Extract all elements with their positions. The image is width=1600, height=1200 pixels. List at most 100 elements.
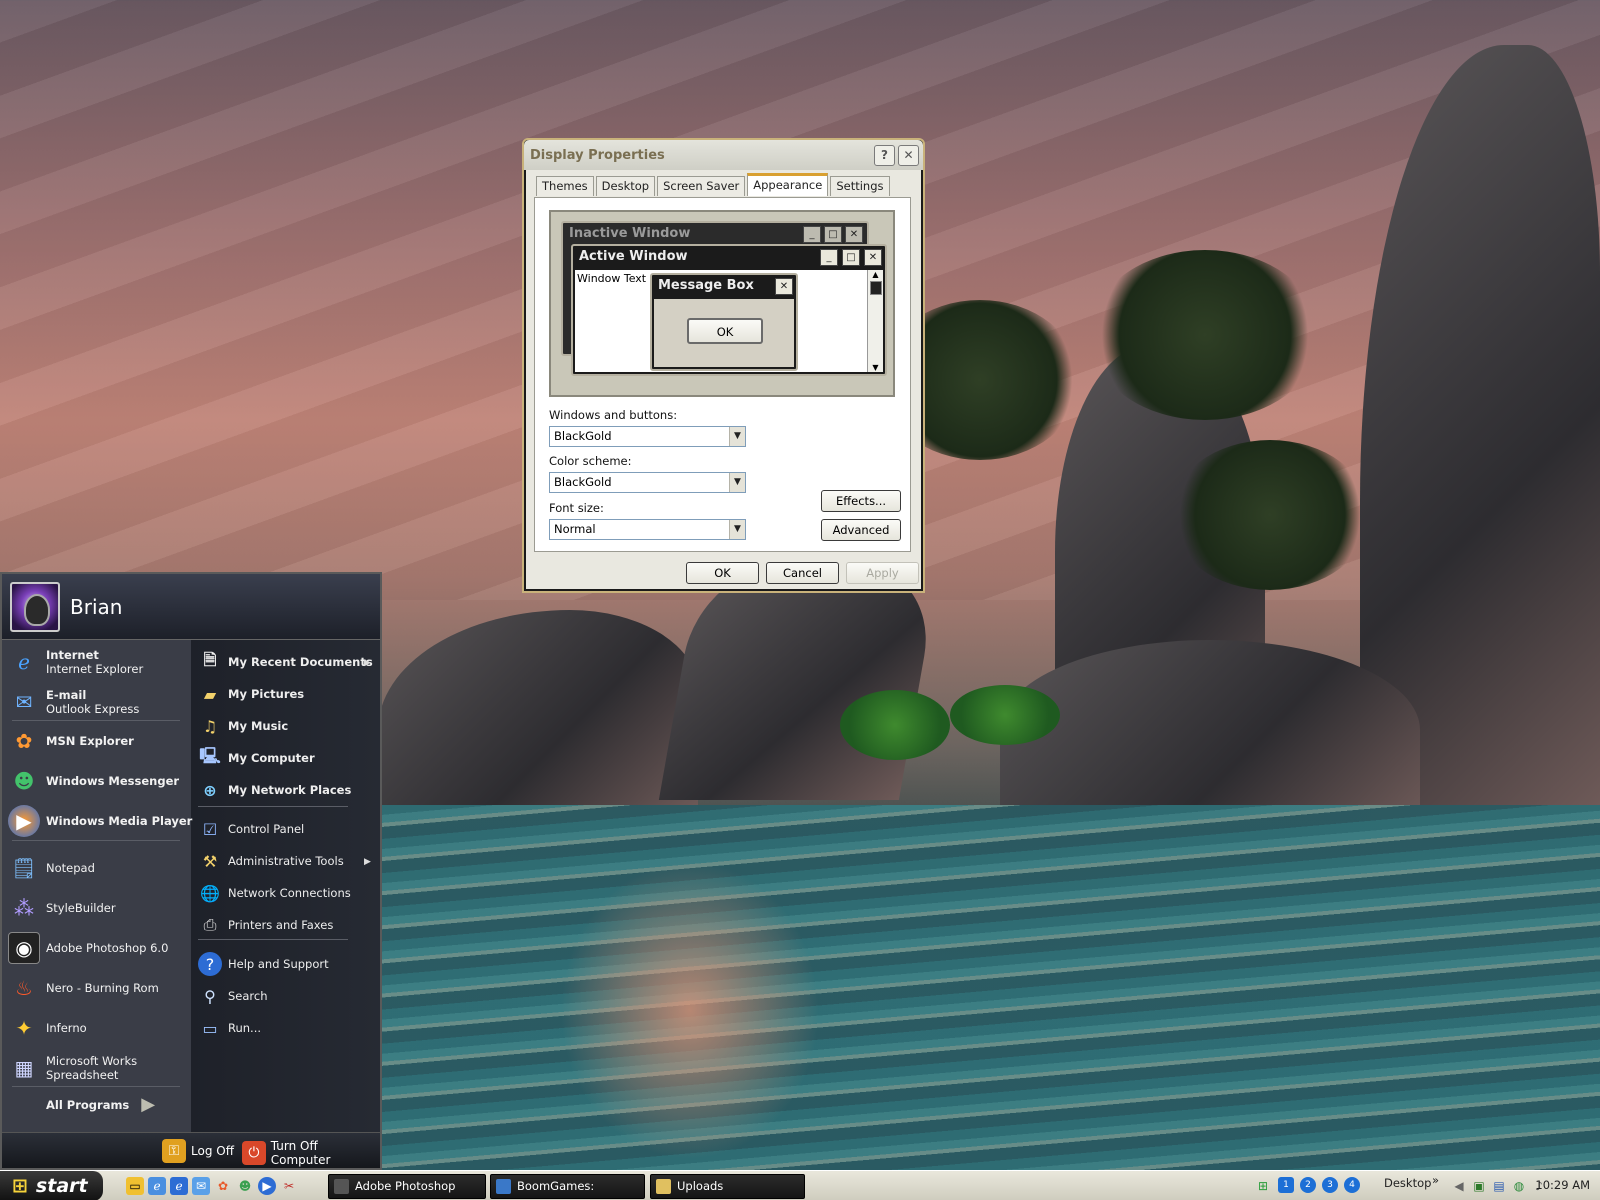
- scroll-thumb: [869, 281, 882, 295]
- place-search[interactable]: ⚲ Search: [198, 984, 268, 1008]
- program-inferno[interactable]: ✦ Inferno: [8, 1012, 87, 1044]
- program-windows-media-player[interactable]: ▶ Windows Media Player: [8, 805, 192, 837]
- task-boomgames[interactable]: BoomGames: Window...: [490, 1174, 645, 1199]
- tray-network-icon[interactable]: ◍: [1510, 1177, 1528, 1195]
- virtual-desktop-2[interactable]: 2: [1300, 1177, 1316, 1193]
- wallpaper-reflection: [560, 860, 820, 1160]
- apply-button[interactable]: Apply: [846, 562, 919, 584]
- place-my-music[interactable]: ♫ My Music: [198, 714, 288, 738]
- program-label: StyleBuilder: [46, 901, 116, 915]
- help-button[interactable]: ?: [874, 144, 895, 166]
- chevron-icon[interactable]: »: [1432, 1173, 1439, 1187]
- program-label-line2: Spreadsheet: [46, 1068, 119, 1082]
- appearance-preview: Inactive Window _ □ ✕ Active Window _ □ …: [549, 210, 895, 397]
- tray-back-icon[interactable]: ◀: [1450, 1177, 1468, 1195]
- place-my-network-places[interactable]: ⊕ My Network Places: [198, 778, 351, 802]
- virtual-desktop-1[interactable]: 1: [1278, 1177, 1294, 1193]
- program-works-spreadsheet[interactable]: ▦ Microsoft Works Spreadsheet: [8, 1052, 138, 1084]
- task-label: Adobe Photoshop: [355, 1179, 456, 1193]
- program-label: Notepad: [46, 861, 95, 875]
- tab-appearance[interactable]: Appearance: [747, 173, 829, 196]
- photoshop-icon: [334, 1179, 349, 1194]
- place-administrative-tools[interactable]: ⚒ Administrative Tools: [198, 849, 344, 873]
- program-stylebuilder[interactable]: ⁂ StyleBuilder: [8, 892, 116, 924]
- clock[interactable]: 10:29 AM: [1535, 1178, 1590, 1192]
- divider: [12, 720, 180, 721]
- msn-explorer-icon: ✿: [15, 729, 33, 753]
- quicklaunch-tool-icon[interactable]: ✂: [280, 1177, 298, 1195]
- place-label: My Recent Documents: [228, 655, 373, 669]
- tray-app-icon[interactable]: ⊞: [1254, 1177, 1272, 1195]
- quicklaunch-email-icon[interactable]: ✉: [192, 1177, 210, 1195]
- tab-desktop[interactable]: Desktop: [595, 176, 656, 196]
- tab-screen-saver[interactable]: Screen Saver: [657, 176, 746, 196]
- chevron-down-icon: ▼: [729, 520, 745, 539]
- network-places-icon: ⊕: [203, 780, 217, 800]
- cancel-button[interactable]: Cancel: [766, 562, 839, 584]
- program-nero[interactable]: ♨ Nero - Burning Rom: [8, 972, 159, 1004]
- place-run[interactable]: ▭ Run...: [198, 1016, 261, 1040]
- program-label: Windows Messenger: [46, 774, 180, 788]
- virtual-desktop-3[interactable]: 3: [1322, 1177, 1338, 1193]
- quicklaunch-folder-icon[interactable]: ▭: [126, 1177, 144, 1195]
- ok-button[interactable]: OK: [686, 562, 759, 584]
- start-menu-header: Brian: [2, 574, 380, 640]
- quicklaunch-mediaplayer-icon[interactable]: ▶: [258, 1177, 276, 1195]
- effects-button[interactable]: Effects...: [821, 490, 901, 512]
- help-icon: ?: [198, 952, 222, 976]
- place-help-and-support[interactable]: ? Help and Support: [198, 952, 329, 976]
- pinned-title: Internet: [46, 648, 99, 662]
- message-box-body: OK: [654, 299, 794, 367]
- place-label: Search: [228, 989, 268, 1003]
- virtual-desktop-4[interactable]: 4: [1344, 1177, 1360, 1193]
- windows-and-buttons-select[interactable]: BlackGold ▼: [549, 426, 746, 447]
- task-adobe-photoshop[interactable]: Adobe Photoshop: [328, 1174, 486, 1199]
- quicklaunch-browser-icon[interactable]: ℯ: [148, 1177, 166, 1195]
- printer-icon: ⎙: [203, 915, 217, 934]
- submenu-arrow-icon: ▶: [364, 658, 371, 668]
- tray-nvidia-icon[interactable]: ▣: [1470, 1177, 1488, 1195]
- place-label: Help and Support: [228, 957, 329, 971]
- place-my-recent-documents[interactable]: 🗎 My Recent Documents: [198, 650, 373, 674]
- color-scheme-select[interactable]: BlackGold ▼: [549, 472, 746, 493]
- quicklaunch-msn-icon[interactable]: ✿: [214, 1177, 232, 1195]
- close-button[interactable]: ✕: [898, 144, 919, 166]
- place-my-computer[interactable]: 🖳 My Computer: [198, 746, 314, 770]
- wallpaper-rock-mid: [1000, 640, 1420, 820]
- inferno-icon: ✦: [15, 1016, 33, 1040]
- quicklaunch-messenger-icon[interactable]: ☻: [236, 1177, 254, 1195]
- tab-themes[interactable]: Themes: [536, 176, 594, 196]
- wallpaper-bush-2: [950, 685, 1060, 745]
- submenu-arrow-icon: ▶: [364, 857, 371, 867]
- pinned-email[interactable]: ✉ E-mail Outlook Express: [8, 686, 140, 718]
- turn-off-button[interactable]: ⏻ Turn Off Computer: [242, 1139, 380, 1167]
- all-programs-button[interactable]: All Programs ▶: [46, 1094, 155, 1115]
- tray-display-icon[interactable]: ▤: [1490, 1177, 1508, 1195]
- outlook-express-icon: ✉: [15, 690, 33, 714]
- program-photoshop[interactable]: ◉ Adobe Photoshop 6.0: [8, 932, 168, 964]
- program-msn-explorer[interactable]: ✿ MSN Explorer: [8, 725, 134, 757]
- program-windows-messenger[interactable]: ☻ Windows Messenger: [8, 765, 179, 797]
- place-network-connections[interactable]: 🌐 Network Connections: [198, 881, 351, 905]
- dialog-body: Themes Desktop Screen Saver Appearance S…: [526, 170, 921, 589]
- start-button[interactable]: ⊞ start: [0, 1171, 103, 1200]
- place-control-panel[interactable]: ☑ Control Panel: [198, 817, 304, 841]
- network-connections-icon: 🌐: [200, 883, 220, 903]
- advanced-button[interactable]: Advanced: [821, 519, 901, 541]
- pinned-internet[interactable]: ℯ Internet Internet Explorer: [8, 646, 143, 678]
- pinned-subtitle: Internet Explorer: [46, 662, 144, 676]
- place-my-pictures[interactable]: ▰ My Pictures: [198, 682, 304, 706]
- program-notepad[interactable]: 🗒 Notepad: [8, 852, 95, 884]
- task-uploads[interactable]: Uploads: [650, 1174, 805, 1199]
- windows-logo-icon: ⊞: [12, 1175, 28, 1197]
- tab-settings[interactable]: Settings: [830, 176, 890, 196]
- font-size-select[interactable]: Normal ▼: [549, 519, 746, 540]
- place-printers-and-faxes[interactable]: ⎙ Printers and Faxes: [198, 913, 334, 937]
- wallpaper-bush: [840, 690, 950, 760]
- dialog-titlebar[interactable]: Display Properties ? ✕: [524, 140, 923, 170]
- avatar[interactable]: [10, 581, 60, 632]
- quicklaunch-ie-icon[interactable]: ℯ: [170, 1177, 188, 1195]
- desktop-toolbar[interactable]: Desktop: [1384, 1176, 1431, 1190]
- log-off-button[interactable]: ⚿ Log Off: [162, 1139, 234, 1163]
- font-size-label: Font size:: [549, 501, 604, 515]
